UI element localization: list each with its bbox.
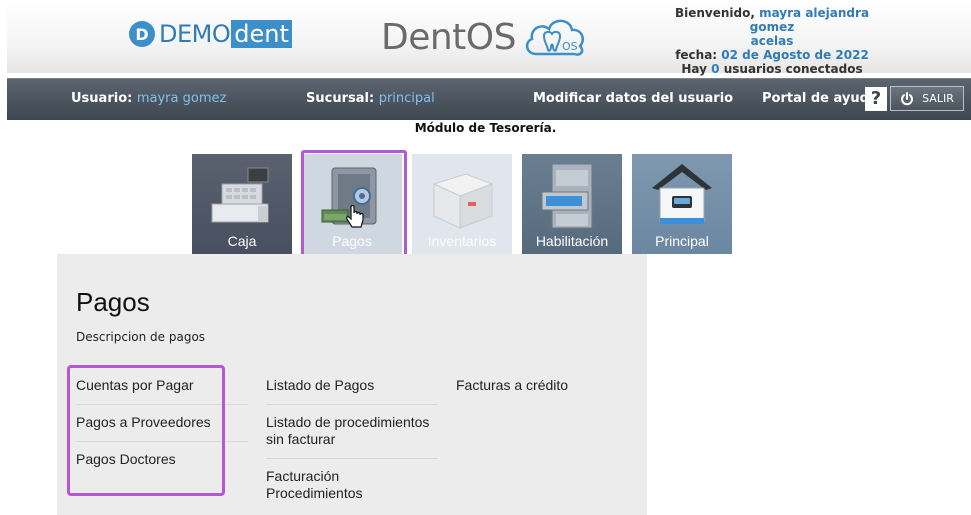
- nav-branch-value[interactable]: principal: [379, 91, 435, 106]
- panel-title: Pagos: [76, 287, 150, 317]
- hand-cursor-icon: [346, 205, 364, 228]
- help-icon[interactable]: ?: [865, 87, 887, 111]
- tile-principal-label: Principal: [655, 233, 709, 249]
- exit-button[interactable]: SALIR: [890, 86, 964, 111]
- users-prefix: Hay: [681, 62, 707, 76]
- link-procedimientos-sin-facturar[interactable]: Listado de procedimientos sin facturar: [266, 405, 438, 459]
- dentos-logo-text: DentOS: [381, 16, 517, 58]
- nav-branch[interactable]: Sucursal: principal: [306, 91, 435, 106]
- link-facturas-credito[interactable]: Facturas a crédito: [456, 368, 628, 404]
- demodent-logo-text: DEMO: [159, 20, 231, 48]
- tooth-cloud-icon: OS: [525, 19, 584, 56]
- tile-inventarios[interactable]: Inventarios: [412, 154, 512, 254]
- help-portal-link[interactable]: Portal de ayuda: [762, 91, 878, 106]
- nav-branch-label: Sucursal:: [306, 91, 375, 106]
- demodent-logo: D DEMO dent: [129, 18, 292, 50]
- link-listado-pagos[interactable]: Listado de Pagos: [266, 368, 438, 405]
- welcome-user: mayra alejandra gomez: [749, 6, 870, 34]
- links-column-3: Facturas a crédito: [456, 368, 628, 404]
- tile-habilitacion[interactable]: Habilitación: [522, 154, 622, 254]
- modify-user-link[interactable]: Modificar datos del usuario: [533, 91, 733, 106]
- welcome-info: Bienvenido, mayra alejandra gomez acelas…: [652, 6, 892, 76]
- module-title: Módulo de Tesorería.: [414, 121, 557, 135]
- demodent-logo-mark: D: [129, 21, 155, 47]
- users-suffix: usuarios conectados: [723, 62, 863, 76]
- nav-user[interactable]: Usuario: mayra gomez: [71, 91, 226, 106]
- date-value: 02 de Agosto de 2022: [721, 48, 869, 62]
- tile-habilitacion-label: Habilitación: [535, 233, 609, 249]
- date-label: fecha:: [675, 48, 718, 62]
- demodent-logo-suffix: dent: [231, 20, 292, 48]
- top-navbar: Usuario: mayra gomez Sucursal: principal…: [7, 78, 971, 120]
- header: D DEMO dent DentOS OS Bienvenido, mayra …: [7, 0, 971, 76]
- nav-user-value[interactable]: mayra gomez: [137, 91, 226, 106]
- tile-caja[interactable]: Caja: [192, 154, 292, 254]
- welcome-label: Bienvenido,: [674, 6, 755, 20]
- exit-label: SALIR: [922, 92, 954, 105]
- nav-user-label: Usuario:: [71, 91, 133, 106]
- tile-principal[interactable]: Principal: [632, 154, 732, 254]
- users-count: 0: [711, 62, 720, 76]
- tile-caja-label: Caja: [227, 233, 257, 249]
- tile-inventarios-label: Inventarios: [427, 233, 497, 249]
- dentos-badge-text: OS: [562, 40, 578, 53]
- links-column-2: Listado de Pagos Listado de procedimient…: [266, 368, 438, 512]
- panel-description: Descripcion de pagos: [76, 330, 206, 344]
- power-icon: [901, 91, 914, 105]
- links-highlight: [67, 365, 225, 496]
- welcome-user-line2: acelas: [750, 34, 794, 48]
- link-facturacion-procedimientos[interactable]: Facturación Procedimientos: [266, 459, 438, 512]
- dentos-logo: DentOS OS: [381, 14, 588, 60]
